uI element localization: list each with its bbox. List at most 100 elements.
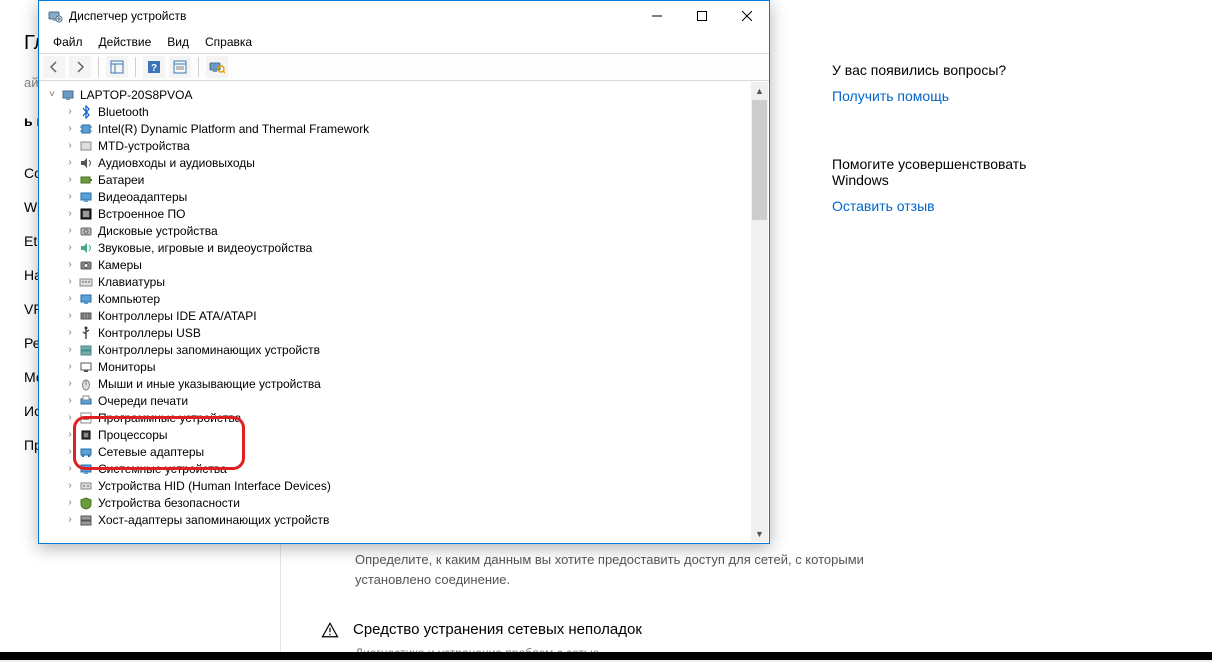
chevron-right-icon[interactable]: ›	[64, 140, 76, 151]
aside-help-link[interactable]: Получить помощь	[832, 88, 1052, 104]
menu-action[interactable]: Действие	[91, 32, 160, 52]
chevron-right-icon[interactable]: ›	[64, 395, 76, 406]
taskbar[interactable]	[0, 652, 1212, 660]
tree-item[interactable]: › Программные устройства	[64, 409, 751, 426]
forward-button[interactable]	[69, 56, 91, 78]
tree-item[interactable]: › Дисковые устройства	[64, 222, 751, 239]
properties-button[interactable]	[169, 56, 191, 78]
tree-item[interactable]: › Звуковые, игровые и видеоустройства	[64, 239, 751, 256]
chevron-down-icon[interactable]: ˅	[46, 89, 58, 100]
tree-item[interactable]: › Устройства HID (Human Interface Device…	[64, 477, 751, 494]
chevron-right-icon[interactable]: ›	[64, 293, 76, 304]
chevron-right-icon[interactable]: ›	[64, 480, 76, 491]
tree-item[interactable]: › Системные устройства	[64, 460, 751, 477]
cpu-icon	[78, 427, 94, 443]
troubleshoot-title: Средство устранения сетевых неполадок	[353, 619, 642, 642]
tree-item[interactable]: › Встроенное ПО	[64, 205, 751, 222]
chevron-right-icon[interactable]: ›	[64, 514, 76, 525]
tree-item[interactable]: › Аудиовходы и аудиовыходы	[64, 154, 751, 171]
maximize-button[interactable]	[679, 1, 724, 31]
chevron-right-icon[interactable]: ›	[64, 225, 76, 236]
chevron-right-icon[interactable]: ›	[64, 208, 76, 219]
show-hide-tree-button[interactable]	[106, 56, 128, 78]
chevron-right-icon[interactable]: ›	[64, 412, 76, 423]
chevron-right-icon[interactable]: ›	[64, 497, 76, 508]
tree-item-label: Видеоадаптеры	[96, 190, 187, 204]
chevron-right-icon[interactable]: ›	[64, 106, 76, 117]
tree-item[interactable]: › MTD-устройства	[64, 137, 751, 154]
titlebar[interactable]: Диспетчер устройств	[39, 1, 769, 31]
chevron-right-icon[interactable]: ›	[64, 429, 76, 440]
tree-item[interactable]: › Контроллеры USB	[64, 324, 751, 341]
chevron-right-icon[interactable]: ›	[64, 378, 76, 389]
firmware-icon	[78, 206, 94, 222]
tree-item-label: Процессоры	[96, 428, 168, 442]
tree-item[interactable]: › Батареи	[64, 171, 751, 188]
tree-item[interactable]: › Клавиатуры	[64, 273, 751, 290]
device-tree[interactable]: ˅ LAPTOP-20S8PVOA› Bluetooth› Intel(R) D…	[40, 82, 751, 542]
aside-feedback-link[interactable]: Оставить отзыв	[832, 198, 1052, 214]
scroll-thumb[interactable]	[752, 100, 767, 220]
tree-item[interactable]: › Контроллеры IDE ATA/ATAPI	[64, 307, 751, 324]
chevron-right-icon[interactable]: ›	[64, 361, 76, 372]
tree-item[interactable]: › Видеоадаптеры	[64, 188, 751, 205]
tree-item[interactable]: › Мыши и иные указывающие устройства	[64, 375, 751, 392]
tree-item[interactable]: › Intel(R) Dynamic Platform and Thermal …	[64, 120, 751, 137]
tree-item-label: Устройства HID (Human Interface Devices)	[96, 479, 331, 493]
chevron-right-icon[interactable]: ›	[64, 174, 76, 185]
minimize-button[interactable]	[634, 1, 679, 31]
hid-icon	[78, 478, 94, 494]
tree-item-label: Камеры	[96, 258, 142, 272]
sound-icon	[78, 240, 94, 256]
troubleshoot-row[interactable]: Средство устранения сетевых неполадок	[321, 619, 892, 642]
tree-item[interactable]: › Устройства безопасности	[64, 494, 751, 511]
back-button[interactable]	[43, 56, 65, 78]
aside-improve: Помогите усовершенствовать Windows	[832, 156, 1052, 188]
tree-item[interactable]: › Камеры	[64, 256, 751, 273]
menu-help[interactable]: Справка	[197, 32, 260, 52]
software-icon	[78, 410, 94, 426]
tree-item-label: Сетевые адаптеры	[96, 445, 204, 459]
chevron-right-icon[interactable]: ›	[64, 310, 76, 321]
tree-item[interactable]: › Компьютер	[64, 290, 751, 307]
computer-icon	[60, 87, 76, 103]
tree-item[interactable]: › Мониторы	[64, 358, 751, 375]
scroll-up-button[interactable]: ▲	[751, 82, 768, 99]
chevron-right-icon[interactable]: ›	[64, 259, 76, 270]
network-icon	[78, 444, 94, 460]
menu-file[interactable]: Файл	[45, 32, 91, 52]
tree-item[interactable]: › Очереди печати	[64, 392, 751, 409]
chevron-right-icon[interactable]: ›	[64, 446, 76, 457]
close-button[interactable]	[724, 1, 769, 31]
scroll-down-button[interactable]: ▼	[751, 525, 768, 542]
chevron-right-icon[interactable]: ›	[64, 276, 76, 287]
chevron-right-icon[interactable]: ›	[64, 463, 76, 474]
printq-icon	[78, 393, 94, 409]
toolbar-separator	[198, 57, 199, 77]
tree-root[interactable]: ˅ LAPTOP-20S8PVOA	[46, 86, 751, 103]
vertical-scrollbar[interactable]: ▲ ▼	[751, 82, 768, 542]
tree-item-label: Устройства безопасности	[96, 496, 240, 510]
tree-item-label: Системные устройства	[96, 462, 227, 476]
tree-item[interactable]: › Хост-адаптеры запоминающих устройств	[64, 511, 751, 528]
chevron-right-icon[interactable]: ›	[64, 157, 76, 168]
tree-item-label: Батареи	[96, 173, 144, 187]
chevron-right-icon[interactable]: ›	[64, 242, 76, 253]
device-manager-window: Диспетчер устройств Файл Действие Вид Сп…	[38, 0, 770, 544]
chevron-right-icon[interactable]: ›	[64, 327, 76, 338]
bluetooth-icon	[78, 104, 94, 120]
tree-item[interactable]: › Контроллеры запоминающих устройств	[64, 341, 751, 358]
tree-item[interactable]: › Bluetooth	[64, 103, 751, 120]
mtd-icon	[78, 138, 94, 154]
tree-item-label: Контроллеры IDE ATA/ATAPI	[96, 309, 257, 323]
tree-container: ˅ LAPTOP-20S8PVOA› Bluetooth› Intel(R) D…	[40, 82, 768, 542]
tree-item[interactable]: › Процессоры	[64, 426, 751, 443]
chevron-right-icon[interactable]: ›	[64, 191, 76, 202]
help-button[interactable]: ?	[143, 56, 165, 78]
chevron-right-icon[interactable]: ›	[64, 344, 76, 355]
system-icon	[78, 461, 94, 477]
scan-hardware-button[interactable]	[206, 56, 228, 78]
chevron-right-icon[interactable]: ›	[64, 123, 76, 134]
menu-view[interactable]: Вид	[159, 32, 197, 52]
tree-item[interactable]: › Сетевые адаптеры	[64, 443, 751, 460]
